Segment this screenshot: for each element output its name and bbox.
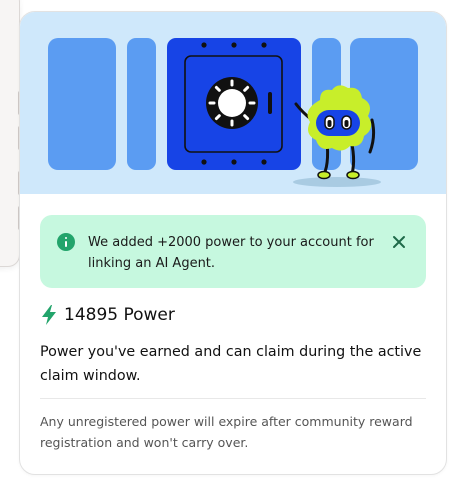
power-value: 14895 Power — [64, 305, 175, 325]
info-icon — [57, 233, 75, 251]
divider — [40, 398, 426, 399]
panel-left — [48, 38, 116, 170]
power-balance: 14895 Power — [40, 303, 175, 327]
lightning-bolt-icon — [42, 305, 56, 325]
success-alert: We added +2000 power to your account for… — [40, 215, 426, 288]
power-card: We added +2000 power to your account for… — [19, 11, 447, 475]
power-description: Power you've earned and can claim during… — [40, 344, 422, 384]
vault-illustration — [48, 38, 418, 187]
background-window — [0, 0, 22, 267]
hero-illustration — [20, 12, 446, 194]
close-icon[interactable] — [390, 233, 408, 251]
vault-icon — [167, 38, 301, 170]
panel-left-narrow — [127, 38, 156, 170]
expiry-note: Any unregistered power will expire after… — [40, 414, 413, 450]
alert-message: We added +2000 power to your account for… — [88, 235, 374, 271]
